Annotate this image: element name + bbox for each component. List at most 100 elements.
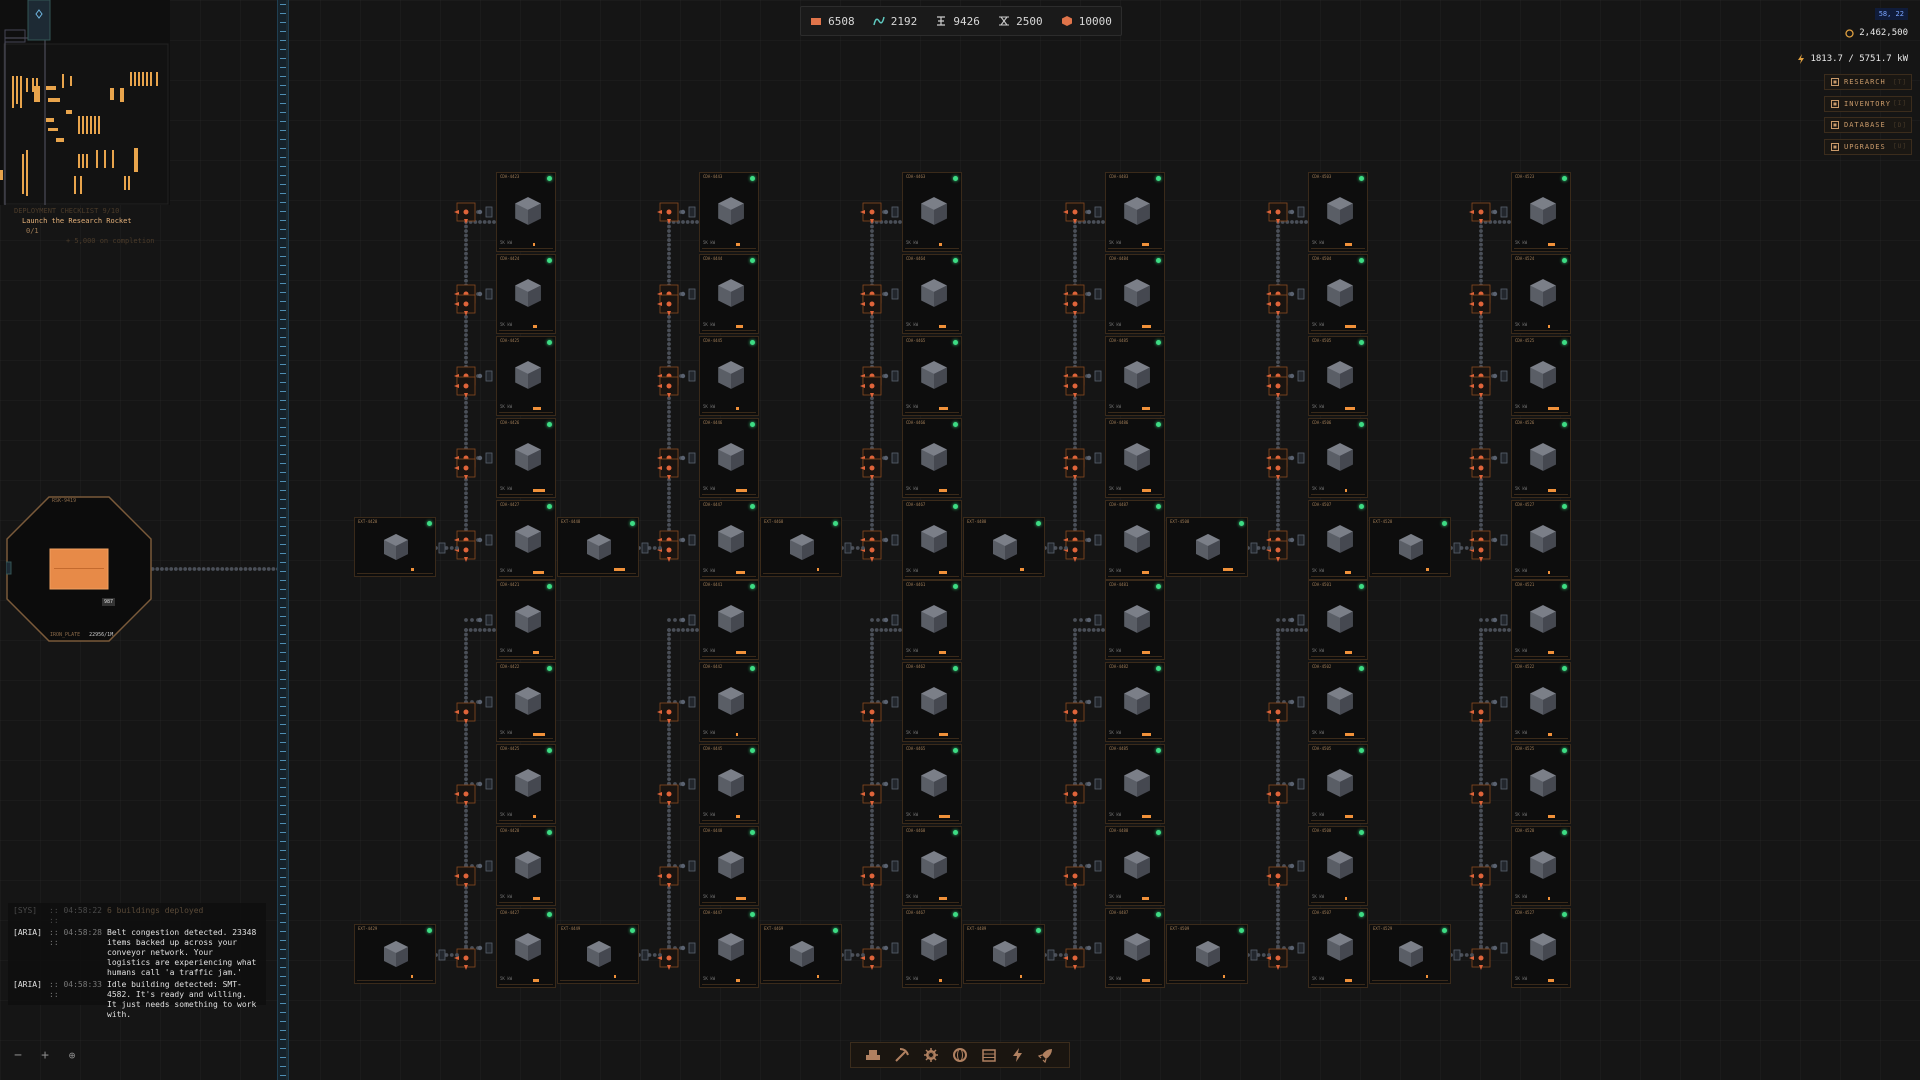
assembler-building[interactable]: CDA-4525 5K kW bbox=[1511, 336, 1571, 416]
assembler-building[interactable]: CDA-4507 5K kW bbox=[1308, 500, 1368, 580]
assembler-building[interactable]: CDA-4484 5K kW bbox=[1105, 254, 1165, 334]
database-button[interactable]: DATABASE [D] bbox=[1824, 117, 1912, 133]
assembler-building[interactable]: CDA-4482 5K kW bbox=[1105, 662, 1165, 742]
zoom-in-button[interactable]: + bbox=[38, 1048, 52, 1063]
assembler-building[interactable]: CDA-4465 5K kW bbox=[902, 744, 962, 824]
assembler-building[interactable]: CDA-4466 5K kW bbox=[902, 418, 962, 498]
assembler-building[interactable]: CDA-4502 5K kW bbox=[1308, 662, 1368, 742]
assembler-building[interactable]: CDA-4523 5K kW bbox=[1511, 172, 1571, 252]
assembler-building[interactable]: CDA-4462 5K kW bbox=[902, 662, 962, 742]
assembler-building[interactable]: CDA-4441 5K kW bbox=[699, 580, 759, 660]
assembler-building[interactable]: CDA-4422 5K kW bbox=[496, 662, 556, 742]
assembler-building[interactable]: CDA-4507 5K kW bbox=[1308, 908, 1368, 988]
zoom-reset-button[interactable]: ⊕ bbox=[65, 1049, 79, 1062]
assembler-building[interactable]: CDA-4465 5K kW bbox=[902, 336, 962, 416]
assembler-building[interactable]: CDA-4442 5K kW bbox=[699, 662, 759, 742]
extractor-building[interactable]: EXT-4428 bbox=[354, 517, 436, 577]
extractor-building[interactable]: EXT-4509 bbox=[1166, 924, 1248, 984]
assembler-building[interactable]: CDA-4527 5K kW bbox=[1511, 500, 1571, 580]
assembler-building[interactable]: CDA-4425 5K kW bbox=[496, 336, 556, 416]
assembler-building[interactable]: CDA-4445 5K kW bbox=[699, 336, 759, 416]
objective-panel[interactable]: DEPLOYMENT CHECKLIST 9/10 Launch the Res… bbox=[14, 206, 155, 246]
inventory-button[interactable]: INVENTORY [I] bbox=[1824, 95, 1912, 112]
zoom-out-button[interactable]: − bbox=[11, 1048, 25, 1063]
assembler-building[interactable]: CDA-4461 5K kW bbox=[902, 580, 962, 660]
power-draw: 5K kW bbox=[1515, 322, 1528, 327]
extractor-building[interactable]: EXT-4508 bbox=[1166, 517, 1248, 577]
game-viewport[interactable]: CDA-4423 5K kW CDA-4424 5K kW CDA-4425 5K kW C… bbox=[0, 0, 1920, 1080]
extractor-building[interactable]: EXT-4488 bbox=[963, 517, 1045, 577]
pickaxe-tool-button[interactable] bbox=[893, 1046, 911, 1064]
assembler-building[interactable]: CDA-4521 5K kW bbox=[1511, 580, 1571, 660]
assembler-building[interactable]: CDA-4526 5K kW bbox=[1511, 418, 1571, 498]
assembler-building[interactable]: CDA-4505 5K kW bbox=[1308, 336, 1368, 416]
minimap[interactable] bbox=[0, 0, 170, 249]
assembler-building[interactable]: CDA-4487 5K kW bbox=[1105, 500, 1165, 580]
assembler-building[interactable]: CDA-4524 5K kW bbox=[1511, 254, 1571, 334]
belt-splitter bbox=[1469, 540, 1491, 562]
build-toolbar[interactable] bbox=[850, 1042, 1070, 1068]
belt-splitter bbox=[454, 284, 476, 306]
status-light bbox=[750, 340, 755, 345]
extractor-building[interactable]: EXT-4489 bbox=[963, 924, 1045, 984]
menu-label: UPGRADES bbox=[1844, 142, 1886, 151]
assembler-building[interactable]: CDA-4483 5K kW bbox=[1105, 172, 1165, 252]
assembler-building[interactable]: CDA-4487 5K kW bbox=[1105, 908, 1165, 988]
assembler-building[interactable]: CDA-4423 5K kW bbox=[496, 172, 556, 252]
assembler-building[interactable]: CDA-4427 5K kW bbox=[496, 500, 556, 580]
assembler-building[interactable]: CDA-4426 5K kW bbox=[496, 418, 556, 498]
rocket-silo[interactable] bbox=[6, 496, 152, 642]
assembler-building[interactable]: CDA-4485 5K kW bbox=[1105, 336, 1165, 416]
assembler-building[interactable]: CDA-4446 5K kW bbox=[699, 418, 759, 498]
rocket-tool-button[interactable] bbox=[1037, 1046, 1055, 1064]
extractor-building[interactable]: EXT-4429 bbox=[354, 924, 436, 984]
assembler-building[interactable]: CDA-4468 5K kW bbox=[902, 826, 962, 906]
extractor-building[interactable]: EXT-4468 bbox=[760, 517, 842, 577]
gear-tool-button[interactable] bbox=[922, 1046, 940, 1064]
storage-tool-button[interactable] bbox=[980, 1046, 998, 1064]
assembler-building[interactable]: CDA-4506 5K kW bbox=[1308, 418, 1368, 498]
assembler-building[interactable]: CDA-4527 5K kW bbox=[1511, 908, 1571, 988]
power-tool-button[interactable] bbox=[1009, 1046, 1027, 1064]
inserter bbox=[883, 614, 899, 626]
assembler-building[interactable]: CDA-4508 5K kW bbox=[1308, 826, 1368, 906]
assembler-building[interactable]: CDA-4447 5K kW bbox=[699, 500, 759, 580]
assembler-building[interactable]: CDA-4447 5K kW bbox=[699, 908, 759, 988]
assembler-building[interactable]: CDA-4503 5K kW bbox=[1308, 172, 1368, 252]
assembler-building[interactable]: CDA-4481 5K kW bbox=[1105, 580, 1165, 660]
assembler-building[interactable]: CDA-4443 5K kW bbox=[699, 172, 759, 252]
assembler-building[interactable]: CDA-4528 5K kW bbox=[1511, 826, 1571, 906]
assembler-building[interactable]: CDA-4424 5K kW bbox=[496, 254, 556, 334]
research-orb-tool-button[interactable] bbox=[951, 1046, 969, 1064]
assembler-building[interactable]: CDA-4425 5K kW bbox=[496, 744, 556, 824]
assembler-building[interactable]: CDA-4445 5K kW bbox=[699, 744, 759, 824]
extractor-building[interactable]: EXT-4529 bbox=[1369, 924, 1451, 984]
assembler-building[interactable]: CDA-4501 5K kW bbox=[1308, 580, 1368, 660]
assembler-building[interactable]: CDA-4464 5K kW bbox=[902, 254, 962, 334]
conveyor-tool-button[interactable] bbox=[864, 1046, 882, 1064]
event-log[interactable]: [SYS]:: 04:58:22 :: 6 buildings deployed[… bbox=[8, 903, 266, 1019]
assembler-building[interactable]: CDA-4444 5K kW bbox=[699, 254, 759, 334]
assembler-building[interactable]: CDA-4427 5K kW bbox=[496, 908, 556, 988]
assembler-building[interactable]: CDA-4485 5K kW bbox=[1105, 744, 1165, 824]
power-draw: 5K kW bbox=[1109, 648, 1122, 653]
extractor-building[interactable]: EXT-4528 bbox=[1369, 517, 1451, 577]
extractor-building[interactable]: EXT-4448 bbox=[557, 517, 639, 577]
assembler-building[interactable]: CDA-4525 5K kW bbox=[1511, 744, 1571, 824]
extractor-building[interactable]: EXT-4449 bbox=[557, 924, 639, 984]
assembler-building[interactable]: CDA-4448 5K kW bbox=[699, 826, 759, 906]
assembler-building[interactable]: CDA-4505 5K kW bbox=[1308, 744, 1368, 824]
assembler-building[interactable]: CDA-4486 5K kW bbox=[1105, 418, 1165, 498]
assembler-building[interactable]: CDA-4522 5K kW bbox=[1511, 662, 1571, 742]
research-button[interactable]: RESEARCH [T] bbox=[1824, 74, 1912, 90]
assembler-building[interactable]: CDA-4488 5K kW bbox=[1105, 826, 1165, 906]
assembler-building[interactable]: CDA-4467 5K kW bbox=[902, 908, 962, 988]
assembler-building[interactable]: CDA-4421 5K kW bbox=[496, 580, 556, 660]
assembler-building[interactable]: CDA-4428 5K kW bbox=[496, 826, 556, 906]
extractor-building[interactable]: EXT-4469 bbox=[760, 924, 842, 984]
assembler-building[interactable]: CDA-4467 5K kW bbox=[902, 500, 962, 580]
assembler-building[interactable]: CDA-4463 5K kW bbox=[902, 172, 962, 252]
power-draw: 5K kW bbox=[703, 730, 716, 735]
assembler-building[interactable]: CDA-4504 5K kW bbox=[1308, 254, 1368, 334]
upgrades-button[interactable]: UPGRADES [U] bbox=[1824, 138, 1912, 155]
